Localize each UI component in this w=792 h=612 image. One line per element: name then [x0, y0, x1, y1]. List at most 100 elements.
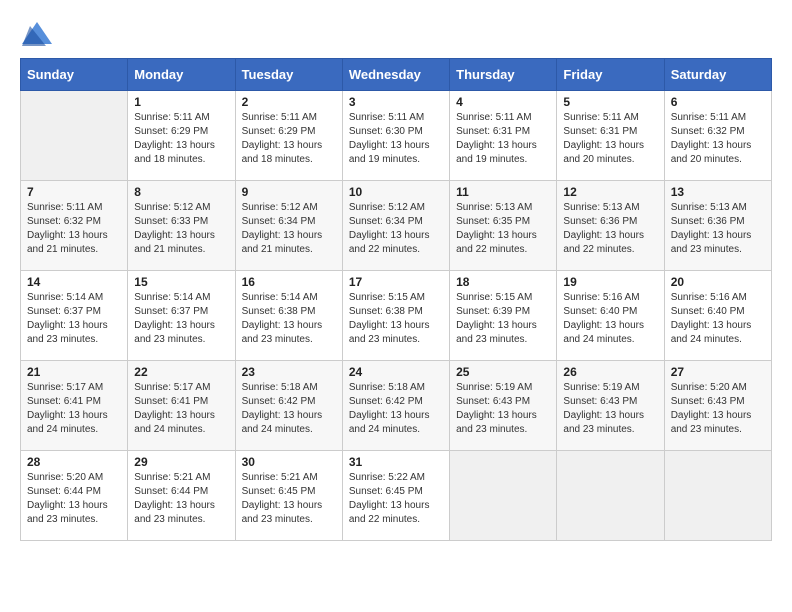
calendar-cell [21, 91, 128, 181]
day-info: Sunrise: 5:18 AMSunset: 6:42 PMDaylight:… [242, 381, 336, 437]
calendar-cell: 23 Sunrise: 5:18 AMSunset: 6:42 PMDayligh… [235, 361, 342, 451]
day-number: 9 [242, 185, 336, 199]
calendar-cell: 22 Sunrise: 5:17 AMSunset: 6:41 PMDayligh… [128, 361, 235, 451]
calendar-cell: 14 Sunrise: 5:14 AMSunset: 6:37 PMDayligh… [21, 271, 128, 361]
day-info: Sunrise: 5:11 AMSunset: 6:29 PMDaylight:… [134, 111, 228, 167]
day-info: Sunrise: 5:14 AMSunset: 6:38 PMDaylight:… [242, 291, 336, 347]
day-number: 6 [671, 95, 765, 109]
calendar-cell: 12 Sunrise: 5:13 AMSunset: 6:36 PMDayligh… [557, 181, 664, 271]
calendar-cell [557, 451, 664, 541]
calendar-header-row: SundayMondayTuesdayWednesdayThursdayFrid… [21, 59, 772, 91]
header-saturday: Saturday [664, 59, 771, 91]
page-header [20, 20, 772, 48]
calendar-cell: 1 Sunrise: 5:11 AMSunset: 6:29 PMDaylight… [128, 91, 235, 181]
day-number: 11 [456, 185, 550, 199]
header-monday: Monday [128, 59, 235, 91]
day-number: 25 [456, 365, 550, 379]
calendar-cell: 25 Sunrise: 5:19 AMSunset: 6:43 PMDayligh… [450, 361, 557, 451]
calendar-cell: 19Sunrise: 5:16 AMSunset: 6:40 PMDayligh… [557, 271, 664, 361]
day-number: 1 [134, 95, 228, 109]
calendar-cell: 16 Sunrise: 5:14 AMSunset: 6:38 PMDayligh… [235, 271, 342, 361]
day-info: Sunrise: 5:16 AMSunset: 6:40 PMDaylight:… [671, 291, 765, 347]
day-number: 30 [242, 455, 336, 469]
day-info: Sunrise: 5:16 AMSunset: 6:40 PMDaylight:… [563, 291, 657, 347]
calendar-cell: 27Sunrise: 5:20 AMSunset: 6:43 PMDayligh… [664, 361, 771, 451]
day-info: Sunrise: 5:11 AMSunset: 6:31 PMDaylight:… [456, 111, 550, 167]
calendar-cell: 10 Sunrise: 5:12 AMSunset: 6:34 PMDayligh… [342, 181, 449, 271]
calendar-cell: 21 Sunrise: 5:17 AMSunset: 6:41 PMDayligh… [21, 361, 128, 451]
day-number: 5 [563, 95, 657, 109]
day-info: Sunrise: 5:20 AMSunset: 6:44 PMDaylight:… [27, 471, 121, 527]
day-info: Sunrise: 5:11 AMSunset: 6:32 PMDaylight:… [671, 111, 765, 167]
day-number: 12 [563, 185, 657, 199]
calendar-cell: 24 Sunrise: 5:18 AMSunset: 6:42 PMDayligh… [342, 361, 449, 451]
day-info: Sunrise: 5:13 AMSunset: 6:35 PMDaylight:… [456, 201, 550, 257]
day-info: Sunrise: 5:12 AMSunset: 6:33 PMDaylight:… [134, 201, 228, 257]
day-info: Sunrise: 5:17 AMSunset: 6:41 PMDaylight:… [27, 381, 121, 437]
day-number: 4 [456, 95, 550, 109]
day-info: Sunrise: 5:19 AMSunset: 6:43 PMDaylight:… [456, 381, 550, 437]
day-info: Sunrise: 5:11 AMSunset: 6:29 PMDaylight:… [242, 111, 336, 167]
day-number: 26 [563, 365, 657, 379]
calendar-cell: 7Sunrise: 5:11 AMSunset: 6:32 PMDaylight… [21, 181, 128, 271]
day-number: 8 [134, 185, 228, 199]
day-number: 14 [27, 275, 121, 289]
day-info: Sunrise: 5:13 AMSunset: 6:36 PMDaylight:… [563, 201, 657, 257]
calendar-cell: 30Sunrise: 5:21 AMSunset: 6:45 PMDayligh… [235, 451, 342, 541]
calendar-cell: 11 Sunrise: 5:13 AMSunset: 6:35 PMDayligh… [450, 181, 557, 271]
calendar-cell: 15Sunrise: 5:14 AMSunset: 6:37 PMDayligh… [128, 271, 235, 361]
calendar-cell: 29 Sunrise: 5:21 AMSunset: 6:44 PMDayligh… [128, 451, 235, 541]
day-info: Sunrise: 5:22 AMSunset: 6:45 PMDaylight:… [349, 471, 443, 527]
calendar-cell: 8 Sunrise: 5:12 AMSunset: 6:33 PMDaylight… [128, 181, 235, 271]
day-number: 22 [134, 365, 228, 379]
day-number: 31 [349, 455, 443, 469]
day-info: Sunrise: 5:11 AMSunset: 6:30 PMDaylight:… [349, 111, 443, 167]
header-tuesday: Tuesday [235, 59, 342, 91]
calendar-week-row: 28 Sunrise: 5:20 AMSunset: 6:44 PMDayligh… [21, 451, 772, 541]
calendar-cell: 6 Sunrise: 5:11 AMSunset: 6:32 PMDaylight… [664, 91, 771, 181]
day-number: 29 [134, 455, 228, 469]
day-number: 21 [27, 365, 121, 379]
logo-icon [20, 20, 54, 48]
day-info: Sunrise: 5:14 AMSunset: 6:37 PMDaylight:… [27, 291, 121, 347]
calendar-cell: 28 Sunrise: 5:20 AMSunset: 6:44 PMDayligh… [21, 451, 128, 541]
day-number: 2 [242, 95, 336, 109]
day-number: 24 [349, 365, 443, 379]
calendar-week-row: 21 Sunrise: 5:17 AMSunset: 6:41 PMDayligh… [21, 361, 772, 451]
calendar-cell: 26Sunrise: 5:19 AMSunset: 6:43 PMDayligh… [557, 361, 664, 451]
day-info: Sunrise: 5:17 AMSunset: 6:41 PMDaylight:… [134, 381, 228, 437]
calendar-cell: 17Sunrise: 5:15 AMSunset: 6:38 PMDayligh… [342, 271, 449, 361]
day-info: Sunrise: 5:11 AMSunset: 6:32 PMDaylight:… [27, 201, 121, 257]
day-info: Sunrise: 5:15 AMSunset: 6:39 PMDaylight:… [456, 291, 550, 347]
calendar-cell: 9Sunrise: 5:12 AMSunset: 6:34 PMDaylight… [235, 181, 342, 271]
header-thursday: Thursday [450, 59, 557, 91]
day-info: Sunrise: 5:13 AMSunset: 6:36 PMDaylight:… [671, 201, 765, 257]
calendar-cell: 20Sunrise: 5:16 AMSunset: 6:40 PMDayligh… [664, 271, 771, 361]
calendar-cell: 13 Sunrise: 5:13 AMSunset: 6:36 PMDayligh… [664, 181, 771, 271]
day-number: 18 [456, 275, 550, 289]
calendar-cell: 31 Sunrise: 5:22 AMSunset: 6:45 PMDayligh… [342, 451, 449, 541]
header-wednesday: Wednesday [342, 59, 449, 91]
calendar-cell [450, 451, 557, 541]
calendar-cell: 3 Sunrise: 5:11 AMSunset: 6:30 PMDaylight… [342, 91, 449, 181]
calendar-cell [664, 451, 771, 541]
calendar-week-row: 14 Sunrise: 5:14 AMSunset: 6:37 PMDayligh… [21, 271, 772, 361]
day-number: 23 [242, 365, 336, 379]
day-info: Sunrise: 5:21 AMSunset: 6:44 PMDaylight:… [134, 471, 228, 527]
calendar-cell: 5Sunrise: 5:11 AMSunset: 6:31 PMDaylight… [557, 91, 664, 181]
day-number: 3 [349, 95, 443, 109]
day-number: 16 [242, 275, 336, 289]
logo [20, 20, 58, 48]
day-number: 28 [27, 455, 121, 469]
day-number: 10 [349, 185, 443, 199]
day-info: Sunrise: 5:14 AMSunset: 6:37 PMDaylight:… [134, 291, 228, 347]
day-number: 13 [671, 185, 765, 199]
calendar-cell: 2 Sunrise: 5:11 AMSunset: 6:29 PMDaylight… [235, 91, 342, 181]
calendar-cell: 18 Sunrise: 5:15 AMSunset: 6:39 PMDayligh… [450, 271, 557, 361]
day-info: Sunrise: 5:18 AMSunset: 6:42 PMDaylight:… [349, 381, 443, 437]
header-sunday: Sunday [21, 59, 128, 91]
day-number: 17 [349, 275, 443, 289]
calendar-week-row: 7Sunrise: 5:11 AMSunset: 6:32 PMDaylight… [21, 181, 772, 271]
day-info: Sunrise: 5:20 AMSunset: 6:43 PMDaylight:… [671, 381, 765, 437]
day-info: Sunrise: 5:12 AMSunset: 6:34 PMDaylight:… [349, 201, 443, 257]
